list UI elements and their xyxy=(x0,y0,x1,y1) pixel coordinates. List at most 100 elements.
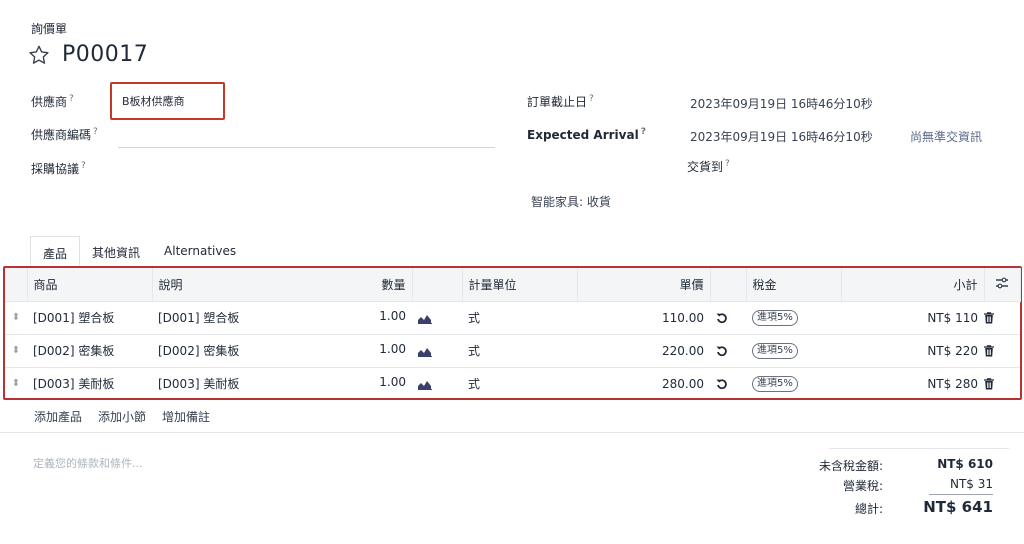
tab-alternatives[interactable]: Alternatives xyxy=(152,236,248,266)
delete-cell xyxy=(984,301,1020,335)
forecast-cell xyxy=(412,301,462,335)
column-settings[interactable] xyxy=(984,268,1021,302)
col-unit-price[interactable]: 單價 xyxy=(577,268,711,302)
col-quantity[interactable]: 數量 xyxy=(381,276,405,293)
help-icon[interactable]: ? xyxy=(81,161,86,171)
reset-cell xyxy=(710,367,746,400)
delete-cell xyxy=(984,334,1020,368)
undo-icon[interactable] xyxy=(716,378,728,390)
help-icon[interactable]: ? xyxy=(641,127,646,137)
add-section-link[interactable]: 添加小節 xyxy=(98,408,146,425)
untaxed-label: 未含稅金額: xyxy=(818,459,883,473)
line-description[interactable]: [D002] 密集板 xyxy=(158,344,239,358)
trash-icon[interactable] xyxy=(984,378,994,390)
line-uom[interactable]: 式 xyxy=(462,334,577,368)
trash-icon[interactable] xyxy=(984,312,994,324)
notebook-tabs: 產品 其他資訊 Alternatives xyxy=(30,236,248,266)
drag-handle-icon[interactable]: ⬍ xyxy=(5,334,27,368)
order-deadline-label-text: 訂單截止日 xyxy=(527,95,588,109)
col-taxes[interactable]: 稅金 xyxy=(746,268,842,302)
tax-badge: 進項5% xyxy=(752,310,798,326)
vendor-field[interactable]: B板材供應商 xyxy=(110,82,225,120)
tax-badge: 進項5% xyxy=(752,376,798,393)
line-subtotal: NT$ 280 xyxy=(927,376,978,391)
line-description-qty: [D003] 美耐板 1.00 xyxy=(152,367,412,400)
line-quantity[interactable]: 1.00 xyxy=(379,342,406,356)
col-forecast xyxy=(412,268,463,302)
page-title: P00017 xyxy=(62,42,149,67)
area-chart-icon[interactable] xyxy=(418,346,432,357)
line-quantity[interactable]: 1.00 xyxy=(379,375,406,389)
divider xyxy=(0,432,1024,433)
tab-other-info[interactable]: 其他資訊 xyxy=(80,236,152,266)
star-icon[interactable] xyxy=(28,44,50,66)
forecast-cell xyxy=(412,334,462,368)
add-product-link[interactable]: 添加產品 xyxy=(34,408,82,425)
col-product[interactable]: 商品 xyxy=(27,268,153,302)
expected-arrival-label-text: Expected Arrival xyxy=(527,128,639,142)
vendor-ref-label-text: 供應商編碼 xyxy=(31,128,92,142)
document-type-label: 詢價單 xyxy=(31,22,68,36)
line-product[interactable]: [D001] 塑合板 xyxy=(27,301,152,335)
help-icon[interactable]: ? xyxy=(93,127,98,137)
undo-icon[interactable] xyxy=(716,345,728,357)
header-handle xyxy=(5,268,28,302)
vendor-ref-label: 供應商編碼? xyxy=(31,126,98,143)
delete-cell xyxy=(984,367,1020,400)
col-subtotal[interactable]: 小計 xyxy=(841,268,985,302)
area-chart-icon[interactable] xyxy=(418,313,432,324)
agreement-label: 採購協議? xyxy=(31,160,86,177)
sliders-icon xyxy=(996,277,1008,289)
col-uom[interactable]: 計量單位 xyxy=(462,268,578,302)
title-row: P00017 xyxy=(28,42,148,67)
line-description[interactable]: [D001] 塑合板 xyxy=(158,311,239,325)
tax-cell[interactable]: 進項5% xyxy=(746,301,841,335)
area-chart-icon[interactable] xyxy=(418,379,432,390)
deliver-to-label-text: 交貨到 xyxy=(687,160,724,174)
line-actions: 添加產品 添加小節 增加備註 xyxy=(34,408,210,425)
expected-arrival-field[interactable]: 2023年09月19日 16時46分10秒 xyxy=(690,128,873,145)
line-quantity[interactable]: 1.00 xyxy=(379,309,406,323)
tax-cell[interactable]: 進項5% xyxy=(746,367,841,400)
undo-icon[interactable] xyxy=(716,312,728,324)
help-icon[interactable]: ? xyxy=(69,94,74,104)
line-description-qty: [D002] 密集板 1.00 xyxy=(152,334,412,368)
totals-divider xyxy=(829,448,1009,449)
line-description[interactable]: [D003] 美耐板 xyxy=(158,377,239,391)
order-deadline-label: 訂單截止日? xyxy=(527,93,594,110)
table-row[interactable]: ⬍ [D002] 密集板 [D002] 密集板 1.00 式 220.00 進項… xyxy=(5,334,1020,368)
table-header-row: 商品 說明 數量 計量單位 單價 稅金 小計 xyxy=(5,268,1021,302)
add-note-link[interactable]: 增加備註 xyxy=(162,408,210,425)
table-row[interactable]: ⬍ [D003] 美耐板 [D003] 美耐板 1.00 式 280.00 進項… xyxy=(5,367,1020,400)
vendor-label-text: 供應商 xyxy=(31,95,68,109)
order-lines-table: 商品 說明 數量 計量單位 單價 稅金 小計 ⬍ [D001] 塑合板 [D00… xyxy=(3,266,1022,400)
tax-cell[interactable]: 進項5% xyxy=(746,334,841,368)
line-uom[interactable]: 式 xyxy=(462,367,577,400)
line-unit-price[interactable]: 280.00 xyxy=(577,367,710,400)
help-icon[interactable]: ? xyxy=(725,159,730,169)
line-uom[interactable]: 式 xyxy=(462,301,577,335)
trash-icon[interactable] xyxy=(984,345,994,357)
tax-label: 營業稅: xyxy=(842,479,883,493)
drag-handle-icon[interactable]: ⬍ xyxy=(5,367,27,400)
tax-badge: 進項5% xyxy=(752,343,798,359)
line-unit-price[interactable]: 220.00 xyxy=(577,334,710,368)
table-row[interactable]: ⬍ [D001] 塑合板 [D001] 塑合板 1.00 式 110.00 進項… xyxy=(5,301,1020,335)
help-icon[interactable]: ? xyxy=(589,94,594,104)
vendor-label: 供應商? xyxy=(31,93,74,110)
line-product[interactable]: [D002] 密集板 xyxy=(27,334,152,368)
agreement-label-text: 採購協議 xyxy=(31,162,80,176)
forecast-cell xyxy=(412,367,462,400)
order-deadline-field[interactable]: 2023年09月19日 16時46分10秒 xyxy=(690,95,873,112)
reset-cell xyxy=(710,301,746,335)
expected-arrival-label: Expected Arrival? xyxy=(527,127,646,142)
line-unit-price[interactable]: 110.00 xyxy=(577,301,710,335)
terms-input[interactable]: 定義您的條款和條件... xyxy=(33,455,143,471)
drag-handle-icon[interactable]: ⬍ xyxy=(5,301,27,335)
tab-products[interactable]: 產品 xyxy=(30,236,81,266)
line-product[interactable]: [D003] 美耐板 xyxy=(27,367,152,400)
deliver-to-value[interactable]: 智能家具: 收貨 xyxy=(531,193,611,210)
col-description[interactable]: 說明 數量 xyxy=(152,268,413,302)
line-description-qty: [D001] 塑合板 1.00 xyxy=(152,301,412,335)
vendor-ref-input[interactable] xyxy=(118,147,495,148)
